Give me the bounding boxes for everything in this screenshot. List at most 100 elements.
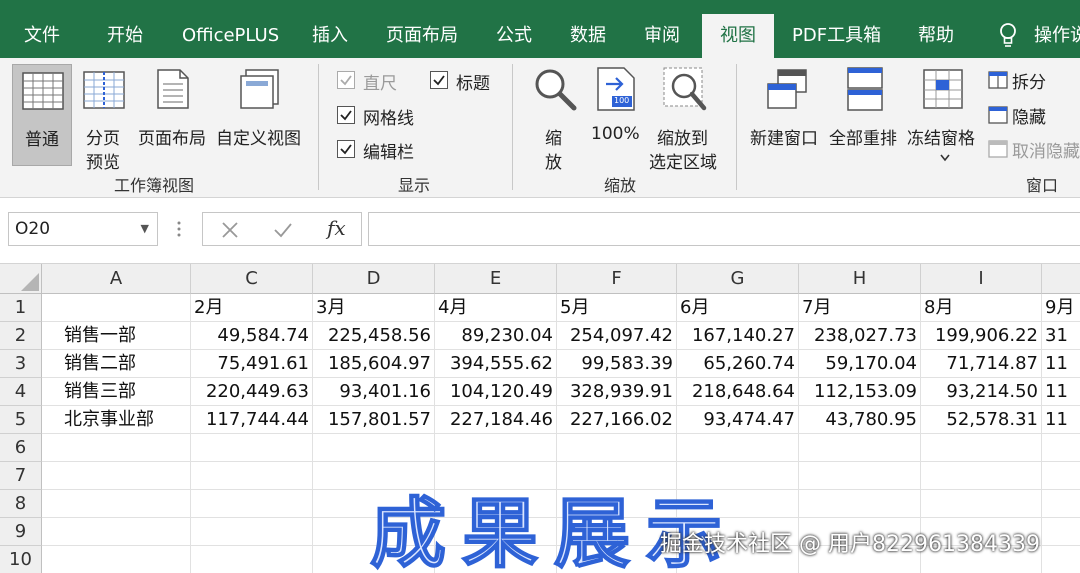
table-cell[interactable]: 52,578.31	[921, 406, 1042, 434]
row-header[interactable]: 4	[0, 378, 42, 406]
table-cell[interactable]: 9月	[1042, 294, 1080, 322]
split-label[interactable]: 拆分	[1012, 68, 1046, 93]
row-header[interactable]: 7	[0, 462, 42, 490]
tab-officeplus[interactable]: OfficePLUS	[182, 14, 279, 58]
table-cell[interactable]: 93,401.16	[313, 378, 435, 406]
row-header[interactable]: 2	[0, 322, 42, 350]
table-cell[interactable]: 394,555.62	[435, 350, 557, 378]
tab-file[interactable]: 文件	[24, 14, 60, 58]
table-cell[interactable]: 49,584.74	[191, 322, 313, 350]
column-header[interactable]: I	[921, 264, 1042, 294]
column-header[interactable]: D	[313, 264, 435, 294]
table-cell[interactable]: 11	[1042, 406, 1080, 434]
table-cell[interactable]: 销售二部	[42, 350, 191, 378]
row-header[interactable]: 3	[0, 350, 42, 378]
unhide-window-icon[interactable]	[988, 140, 1008, 158]
formula-bar-checkbox[interactable]	[337, 140, 355, 158]
more-options-icon[interactable]	[176, 220, 182, 238]
column-header[interactable]: H	[799, 264, 921, 294]
column-header[interactable]: E	[435, 264, 557, 294]
table-cell[interactable]: 218,648.64	[677, 378, 799, 406]
tab-review[interactable]: 审阅	[644, 14, 680, 58]
table-cell[interactable]: 112,153.09	[799, 378, 921, 406]
table-cell[interactable]: 75,491.61	[191, 350, 313, 378]
row-header[interactable]: 10	[0, 546, 42, 573]
insert-function-icon[interactable]: fx	[327, 216, 346, 240]
chevron-down-icon[interactable]: ▼	[141, 213, 149, 245]
name-box[interactable]: O20 ▼	[8, 212, 158, 246]
table-cell[interactable]: 104,120.49	[435, 378, 557, 406]
table-cell[interactable]: 227,184.46	[435, 406, 557, 434]
tab-help[interactable]: 帮助	[918, 14, 954, 58]
column-header[interactable]	[1042, 264, 1080, 294]
table-cell[interactable]	[42, 294, 191, 322]
table-cell[interactable]: 销售三部	[42, 378, 191, 406]
table-cell[interactable]: 5月	[557, 294, 677, 322]
zoom-button[interactable]: 缩 放	[526, 64, 584, 173]
table-cell[interactable]: 8月	[921, 294, 1042, 322]
table-cell[interactable]: 238,027.73	[799, 322, 921, 350]
table-cell[interactable]: 225,458.56	[313, 322, 435, 350]
cancel-icon[interactable]	[221, 221, 239, 239]
formula-input[interactable]	[368, 212, 1080, 246]
tab-insert[interactable]: 插入	[312, 14, 348, 58]
zoom-to-selection-button[interactable]: 缩放到 选定区域	[646, 64, 726, 173]
ruler-checkbox[interactable]	[337, 71, 355, 89]
normal-view-button[interactable]: 普通	[12, 64, 72, 166]
select-all-corner[interactable]	[0, 264, 42, 294]
table-cell[interactable]: 89,230.04	[435, 322, 557, 350]
table-cell[interactable]: 31	[1042, 322, 1080, 350]
zoom-100-button[interactable]: 100 100%	[588, 64, 644, 166]
page-break-preview-button[interactable]: 分页 预览	[76, 64, 132, 173]
table-cell[interactable]: 227,166.02	[557, 406, 677, 434]
table-cell[interactable]: 11	[1042, 350, 1080, 378]
new-window-button[interactable]: 新建窗口	[748, 64, 826, 166]
gridlines-checkbox[interactable]	[337, 106, 355, 124]
tab-pdf-tools[interactable]: PDF工具箱	[792, 14, 881, 58]
tab-data[interactable]: 数据	[570, 14, 606, 58]
row-header[interactable]: 9	[0, 518, 42, 546]
tab-view[interactable]: 视图	[702, 14, 774, 58]
table-cell[interactable]: 93,214.50	[921, 378, 1042, 406]
table-cell[interactable]: 199,906.22	[921, 322, 1042, 350]
table-cell[interactable]: 65,260.74	[677, 350, 799, 378]
table-cell[interactable]: 销售一部	[42, 322, 191, 350]
unhide-window-label[interactable]: 取消隐藏	[1012, 137, 1080, 162]
hide-window-label[interactable]: 隐藏	[1012, 103, 1046, 128]
column-header[interactable]: A	[42, 264, 191, 294]
table-cell[interactable]: 7月	[799, 294, 921, 322]
table-cell[interactable]: 167,140.27	[677, 322, 799, 350]
table-cell[interactable]: 59,170.04	[799, 350, 921, 378]
tab-formulas[interactable]: 公式	[496, 14, 532, 58]
table-cell[interactable]: 117,744.44	[191, 406, 313, 434]
headings-checkbox[interactable]	[430, 71, 448, 89]
table-cell[interactable]: 93,474.47	[677, 406, 799, 434]
table-cell[interactable]: 328,939.91	[557, 378, 677, 406]
table-cell[interactable]: 99,583.39	[557, 350, 677, 378]
page-layout-view-button[interactable]: 页面布局	[136, 64, 212, 166]
split-icon[interactable]	[988, 71, 1008, 89]
tab-home[interactable]: 开始	[107, 14, 143, 58]
tab-page-layout[interactable]: 页面布局	[386, 14, 458, 58]
table-cell[interactable]: 71,714.87	[921, 350, 1042, 378]
table-cell[interactable]: 3月	[313, 294, 435, 322]
table-cell[interactable]: 220,449.63	[191, 378, 313, 406]
table-cell[interactable]: 157,801.57	[313, 406, 435, 434]
table-cell[interactable]: 2月	[191, 294, 313, 322]
row-header[interactable]: 1	[0, 294, 42, 322]
row-header[interactable]: 5	[0, 406, 42, 434]
table-cell[interactable]: 43,780.95	[799, 406, 921, 434]
custom-views-button[interactable]: 自定义视图	[214, 64, 306, 166]
column-header[interactable]: F	[557, 264, 677, 294]
table-cell[interactable]: 北京事业部	[42, 406, 191, 434]
arrange-all-button[interactable]: 全部重排	[828, 64, 904, 166]
table-cell[interactable]: 6月	[677, 294, 799, 322]
hide-window-icon[interactable]	[988, 106, 1008, 124]
table-cell[interactable]: 254,097.42	[557, 322, 677, 350]
lightbulb-icon[interactable]	[998, 22, 1018, 50]
table-cell[interactable]: 11	[1042, 378, 1080, 406]
table-cell[interactable]: 4月	[435, 294, 557, 322]
row-header[interactable]: 8	[0, 490, 42, 518]
column-header[interactable]: C	[191, 264, 313, 294]
freeze-panes-button[interactable]: 冻结窗格	[906, 64, 982, 166]
